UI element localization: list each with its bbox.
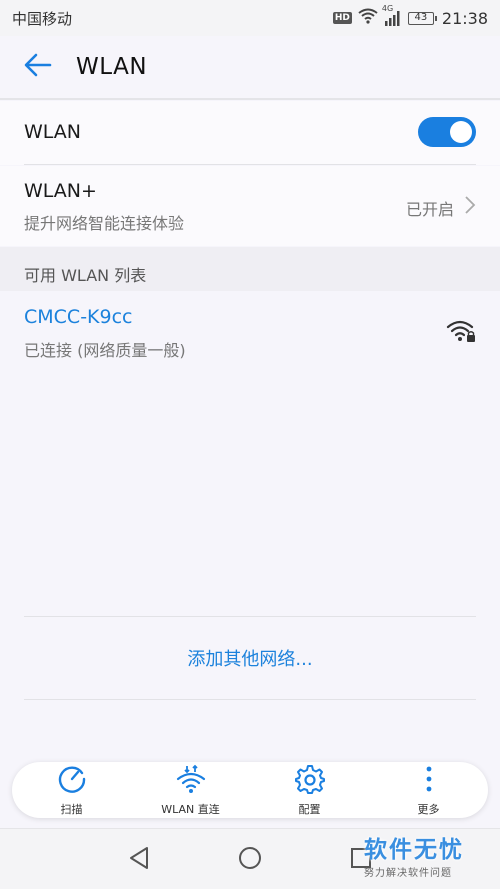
scan-icon <box>57 764 87 798</box>
nav-back-button[interactable] <box>124 845 154 875</box>
bottom-toolbar: 扫描 WLAN 直连 配置 更多 <box>12 762 488 818</box>
configure-button[interactable]: 配置 <box>255 762 365 818</box>
more-label: 更多 <box>417 802 440 816</box>
carrier-name: 中国移动 <box>12 9 73 28</box>
status-icons: HD 4G 43 21:38 <box>332 4 488 28</box>
watermark-logo: 软件无忧 努力解决软件问题 <box>364 830 492 886</box>
add-network-label: 添加其他网络... <box>187 649 313 670</box>
divider <box>24 164 476 165</box>
clock: 21:38 <box>441 8 488 28</box>
wifi-status-icon <box>358 8 378 28</box>
wifi-direct-label: WLAN 直连 <box>161 802 220 816</box>
network-ssid: CMCC-K9cc <box>24 306 133 328</box>
triangle-back-icon <box>128 846 150 874</box>
add-other-network-link[interactable]: 添加其他网络... <box>24 616 476 700</box>
signal-icon: 4G <box>382 4 402 26</box>
more-vertical-icon <box>424 764 434 798</box>
wlan-plus-row[interactable]: WLAN+ 提升网络智能连接体验 已开启 <box>0 166 500 246</box>
app-header: WLAN <box>0 36 500 100</box>
chevron-right-icon <box>464 195 476 219</box>
more-button[interactable]: 更多 <box>374 762 484 818</box>
wifi-direct-icon <box>175 764 207 798</box>
network-status: 已连接 (网络质量一般) <box>24 341 186 360</box>
scan-label: 扫描 <box>60 802 83 816</box>
hd-badge: HD <box>332 12 352 24</box>
network-type-label: 4G <box>381 4 394 13</box>
wifi-direct-button[interactable]: WLAN 直连 <box>136 762 246 818</box>
scan-button[interactable]: 扫描 <box>17 762 127 818</box>
network-list-item[interactable]: CMCC-K9cc 已连接 (网络质量一般) <box>0 291 500 371</box>
configure-label: 配置 <box>298 802 321 816</box>
wlan-toggle-switch[interactable] <box>418 117 476 147</box>
nav-home-button[interactable] <box>235 845 265 875</box>
watermark-subtitle: 努力解决软件问题 <box>364 868 452 879</box>
battery-icon: 43 <box>407 11 437 25</box>
wlan-toggle-row: WLAN <box>0 101 500 165</box>
status-bar: 中国移动 HD 4G 43 21:38 <box>0 0 500 36</box>
gear-icon <box>294 764 325 798</box>
wlan-plus-status: 已开启 <box>405 200 454 219</box>
watermark-title: 软件无忧 <box>364 837 464 863</box>
available-networks-header: 可用 WLAN 列表 <box>0 247 500 291</box>
wifi-lock-icon <box>446 319 476 347</box>
wlan-plus-label: WLAN+ <box>24 180 97 202</box>
toggle-knob <box>450 121 472 143</box>
circle-home-icon <box>238 846 262 874</box>
wlan-toggle-label: WLAN <box>24 121 82 143</box>
back-button[interactable] <box>0 35 76 99</box>
page-title: WLAN <box>76 54 148 80</box>
arrow-left-icon <box>24 53 52 81</box>
battery-level: 43 <box>414 11 428 23</box>
wlan-plus-subtitle: 提升网络智能连接体验 <box>24 214 185 233</box>
